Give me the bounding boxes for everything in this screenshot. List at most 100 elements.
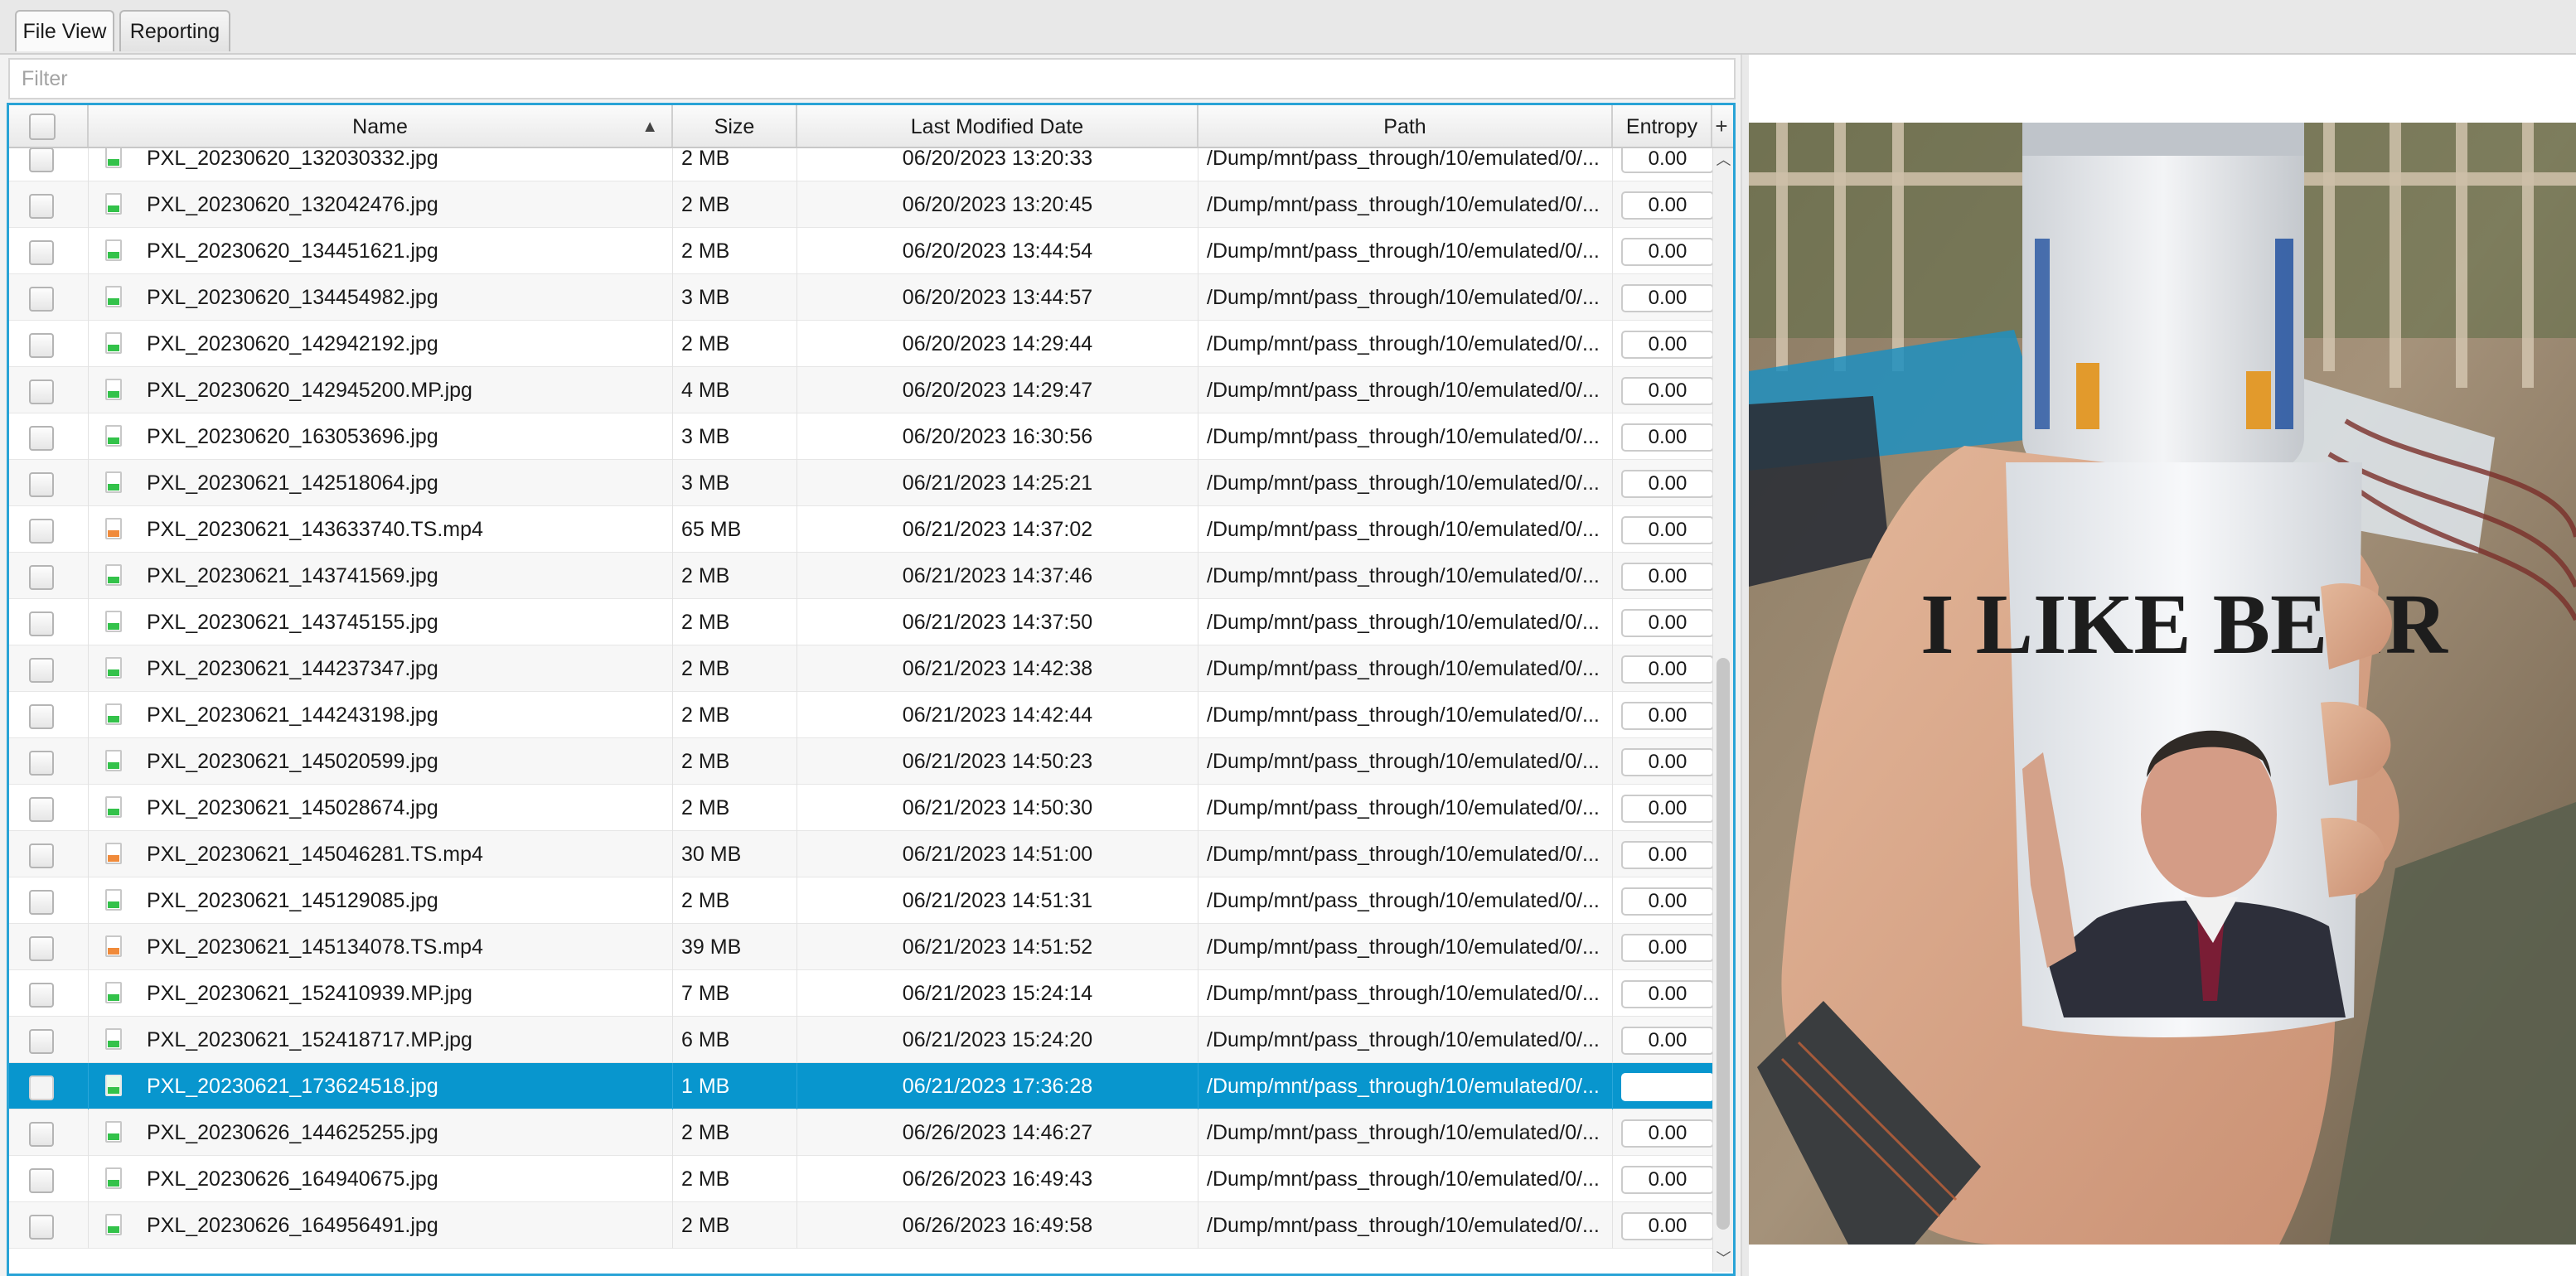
table-row[interactable]: PXL_20230621_143745155.jpg 2 MB 06/21/2023… [9,599,1712,645]
column-header-modified-label: Last Modified Date [910,115,1084,138]
table-row[interactable]: PXL_20230621_173624518.jpg 1 MB 06/21/2023… [9,1063,1712,1109]
table-row[interactable]: PXL_20230621_144237347.jpg 2 MB 06/21/2023… [9,645,1712,692]
select-all-header[interactable] [9,105,89,147]
size-cell: 2 MB [673,181,797,228]
table-row[interactable]: PXL_20230620_142945200.MP.jpg 4 MB 06/20/2… [9,367,1712,413]
table-row[interactable]: PXL_20230621_145020599.jpg 2 MB 06/21/2023… [9,738,1712,785]
column-header-name-label: Name [352,115,408,138]
tab-reporting[interactable]: Reporting [119,10,230,51]
entropy-cell: 0.00 [1613,460,1712,506]
image-file-icon [105,148,122,168]
modified-cell: 06/21/2023 14:42:38 [797,645,1198,692]
table-row[interactable]: PXL_20230621_152418717.MP.jpg 6 MB 06/21/2… [9,1017,1712,1063]
plus-icon[interactable]: + [1710,105,1733,147]
row-checkbox[interactable] [29,1029,54,1054]
table-row[interactable]: PXL_20230620_134454982.jpg 3 MB 06/20/2023… [9,274,1712,321]
path-cell: /Dump/mnt/pass_through/10/emulated/0/... [1198,877,1613,924]
entropy-cell: 0.00 [1613,506,1712,553]
modified-date: 06/21/2023 15:24:14 [902,982,1093,1005]
table-row[interactable]: PXL_20230621_142518064.jpg 3 MB 06/21/2023… [9,460,1712,506]
row-checkbox[interactable] [29,1075,54,1100]
table-row[interactable]: PXL_20230626_164940675.jpg 2 MB 06/26/2023… [9,1156,1712,1202]
table-row[interactable]: PXL_20230620_142942192.jpg 2 MB 06/20/2023… [9,321,1712,367]
row-checkbox[interactable] [29,704,54,729]
row-checkbox[interactable] [29,797,54,822]
row-checkbox[interactable] [29,148,54,172]
image-file-icon [105,611,122,632]
table-row[interactable]: PXL_20230621_145046281.TS.mp4 30 MB 06/21/… [9,831,1712,877]
entropy-value: 0.00 [1621,563,1712,591]
row-checkbox[interactable] [29,890,54,915]
row-checkbox[interactable] [29,983,54,1008]
row-checkbox[interactable] [29,472,54,497]
table-row[interactable]: PXL_20230620_134451621.jpg 2 MB 06/20/2023… [9,228,1712,274]
path-cell: /Dump/mnt/pass_through/10/emulated/0/... [1198,970,1613,1017]
table-row[interactable]: PXL_20230620_132030332.jpg 2 MB 06/20/2023… [9,148,1712,181]
table-row[interactable]: PXL_20230626_144625255.jpg 2 MB 06/26/2023… [9,1109,1712,1156]
file-path: /Dump/mnt/pass_through/10/emulated/0/... [1207,1214,1600,1237]
name-cell: PXL_20230621_145028674.jpg [89,785,673,831]
path-cell: /Dump/mnt/pass_through/10/emulated/0/... [1198,599,1613,645]
table-header: Name ▲ Size Last Modified Date Path Entr… [9,105,1733,148]
row-checkbox[interactable] [29,379,54,404]
scroll-up-icon[interactable]: ︿ [1713,148,1733,170]
size-cell: 3 MB [673,274,797,321]
table-row[interactable]: PXL_20230621_145134078.TS.mp4 39 MB 06/21/… [9,924,1712,970]
column-header-name[interactable]: Name ▲ [89,105,673,147]
path-cell: /Dump/mnt/pass_through/10/emulated/0/... [1198,924,1613,970]
modified-date: 06/21/2023 14:42:38 [902,657,1093,680]
file-path: /Dump/mnt/pass_through/10/emulated/0/... [1207,1028,1600,1051]
file-path: /Dump/mnt/pass_through/10/emulated/0/... [1207,1167,1600,1191]
modified-cell: 06/21/2023 14:37:02 [797,506,1198,553]
table-row[interactable]: PXL_20230621_144243198.jpg 2 MB 06/21/2023… [9,692,1712,738]
column-header-modified[interactable]: Last Modified Date [797,105,1198,147]
table-row[interactable]: PXL_20230620_132042476.jpg 2 MB 06/20/2023… [9,181,1712,228]
filter-input[interactable] [8,58,1736,99]
image-file-icon [105,657,122,679]
pane-splitter[interactable] [1741,55,1749,1276]
row-checkbox[interactable] [29,194,54,219]
row-checkbox[interactable] [29,287,54,312]
sort-ascending-icon: ▲ [642,118,658,136]
column-header-entropy[interactable]: Entropy [1613,105,1712,147]
scroll-down-icon[interactable]: ﹀ [1713,1247,1733,1269]
table-row[interactable]: PXL_20230621_152410939.MP.jpg 7 MB 06/21/2… [9,970,1712,1017]
vertical-scrollbar[interactable]: ︿ ﹀ [1712,148,1733,1272]
file-size: 3 MB [681,425,730,448]
column-header-path[interactable]: Path [1198,105,1613,147]
table-row[interactable]: PXL_20230621_143633740.TS.mp4 65 MB 06/21/… [9,506,1712,553]
file-path: /Dump/mnt/pass_through/10/emulated/0/... [1207,657,1600,680]
row-checkbox[interactable] [29,658,54,683]
row-checkbox[interactable] [29,936,54,961]
modified-cell: 06/20/2023 13:20:45 [797,181,1198,228]
vertical-scroll-thumb[interactable] [1717,658,1730,1230]
size-cell: 2 MB [673,877,797,924]
table-row[interactable]: PXL_20230621_145129085.jpg 2 MB 06/21/2023… [9,877,1712,924]
file-path: /Dump/mnt/pass_through/10/emulated/0/... [1207,148,1600,170]
image-file-icon [105,471,122,493]
row-checkbox[interactable] [29,611,54,636]
column-header-size[interactable]: Size [673,105,797,147]
row-checkbox[interactable] [29,519,54,544]
row-checkbox[interactable] [29,426,54,451]
modified-date: 06/21/2023 14:25:21 [902,471,1093,495]
row-checkbox[interactable] [29,1168,54,1193]
row-checkbox[interactable] [29,843,54,868]
table-row[interactable]: PXL_20230626_164956491.jpg 2 MB 06/26/2023… [9,1202,1712,1249]
select-all-checkbox[interactable] [29,114,56,140]
row-checkbox[interactable] [29,333,54,358]
row-checkbox[interactable] [29,1215,54,1240]
size-cell: 65 MB [673,506,797,553]
table-row[interactable]: PXL_20230621_145028674.jpg 2 MB 06/21/2023… [9,785,1712,831]
row-checkbox[interactable] [29,1122,54,1147]
table-row[interactable]: PXL_20230620_163053696.jpg 3 MB 06/20/2023… [9,413,1712,460]
row-checkbox[interactable] [29,751,54,776]
size-cell: 30 MB [673,831,797,877]
tab-file-view[interactable]: File View [15,10,114,51]
row-checkbox[interactable] [29,240,54,265]
file-size: 30 MB [681,843,742,866]
row-checkbox[interactable] [29,565,54,590]
table-row[interactable]: PXL_20230621_143741569.jpg 2 MB 06/21/2023… [9,553,1712,599]
file-size: 2 MB [681,239,730,263]
entropy-value: 0.00 [1621,238,1712,266]
